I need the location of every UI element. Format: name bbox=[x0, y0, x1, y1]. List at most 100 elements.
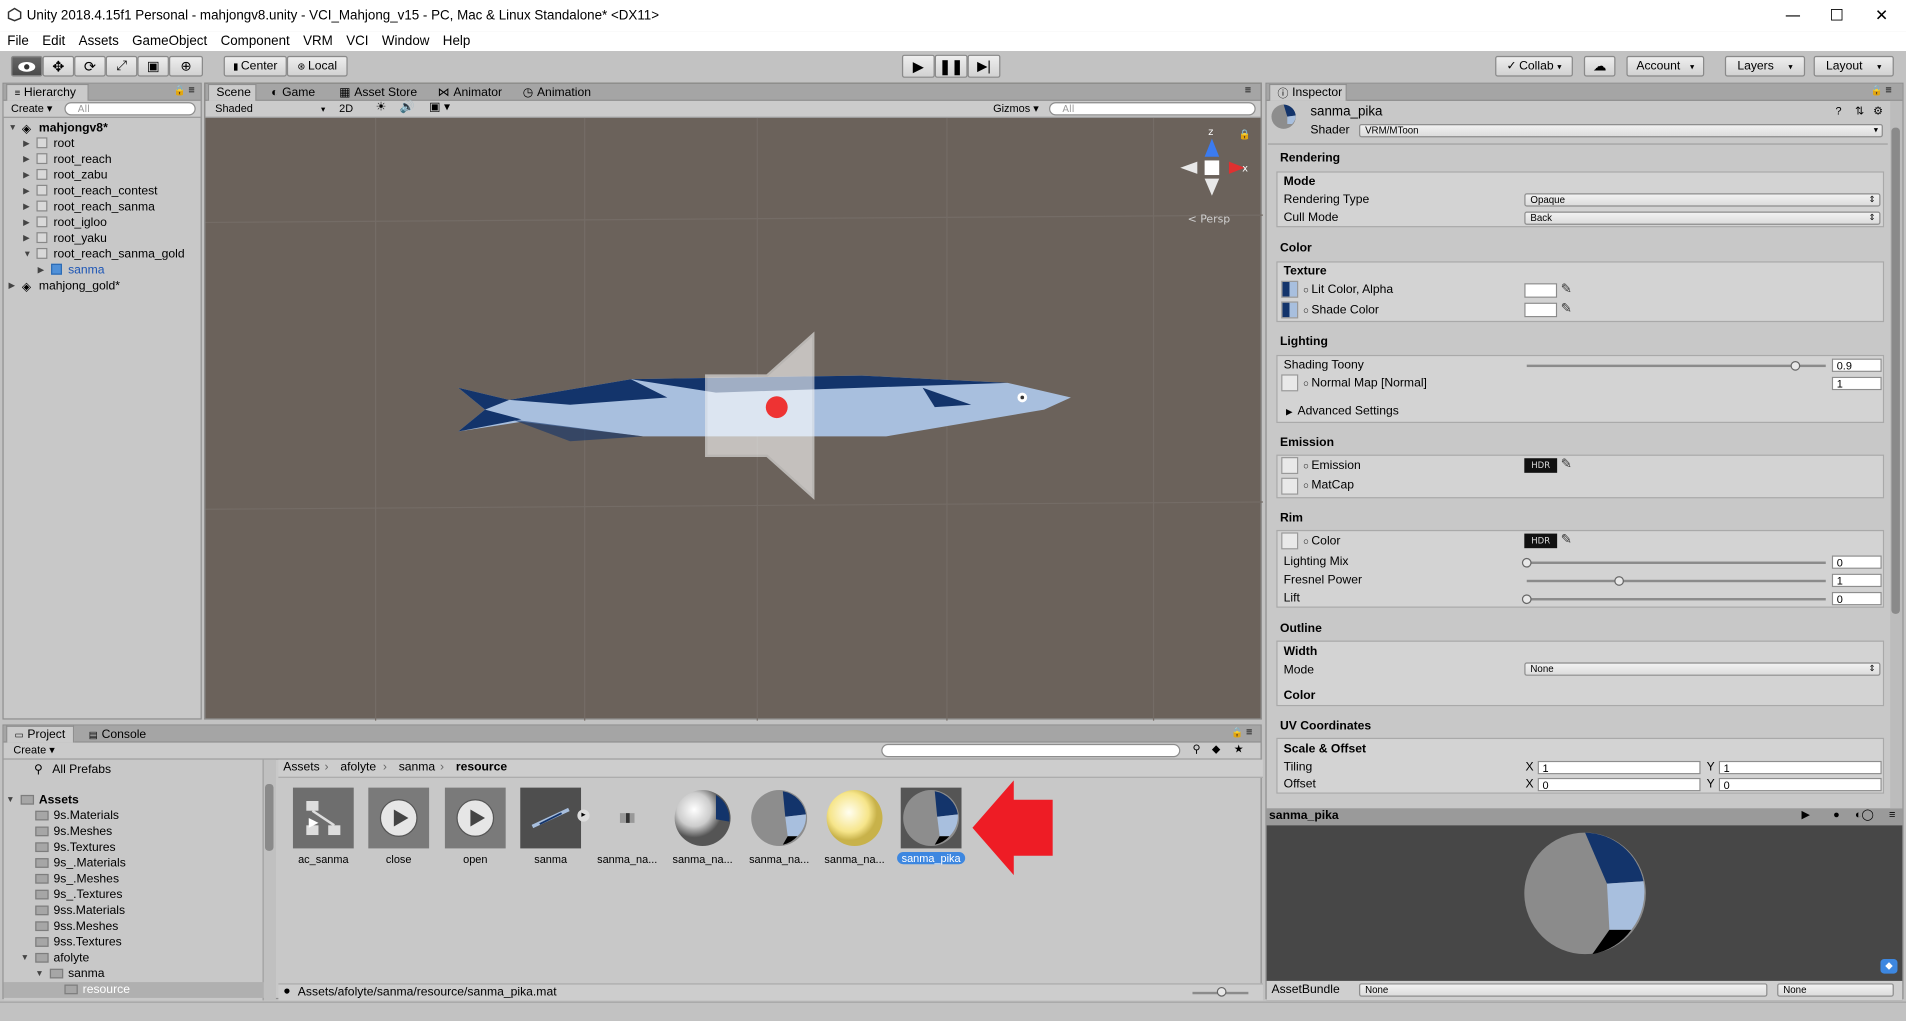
eyedropper-icon[interactable]: ✎ bbox=[1561, 300, 1572, 316]
tab-game[interactable]: ◐ Game bbox=[264, 84, 323, 101]
hierarchy-item[interactable]: ▶ root_igloo bbox=[4, 215, 203, 231]
lit-color-texture-slot[interactable] bbox=[1281, 280, 1299, 298]
step-button[interactable]: ▶| bbox=[967, 54, 1001, 78]
breadcrumb-afolyte[interactable]: afolyte bbox=[340, 761, 376, 774]
asset-close[interactable]: close bbox=[362, 787, 435, 865]
tiling-y-field[interactable]: 1 bbox=[1718, 760, 1882, 775]
transform-tool-button[interactable]: ⊕ bbox=[168, 55, 203, 77]
foldout-arrow-icon[interactable]: ▶ bbox=[23, 168, 30, 184]
panel-menu-icon[interactable]: ≡ bbox=[1885, 84, 1891, 96]
project-create-button[interactable]: Create ▾ bbox=[13, 744, 54, 757]
gear-icon[interactable]: ⚙ bbox=[1873, 105, 1883, 118]
shading-toony-field[interactable]: 0.9 bbox=[1831, 358, 1882, 372]
lock-icon[interactable]: 🔒 bbox=[1231, 727, 1243, 738]
light-gizmo[interactable] bbox=[705, 331, 815, 500]
lit-color-swatch[interactable] bbox=[1524, 283, 1558, 298]
hierarchy-item[interactable]: ▶ root_yaku bbox=[4, 231, 203, 247]
scene-search-input[interactable]: All bbox=[1049, 102, 1256, 116]
hierarchy-item[interactable]: ▶ root bbox=[4, 136, 203, 152]
emission-texture-slot[interactable] bbox=[1281, 457, 1299, 475]
preview-sphere-icon[interactable]: ● bbox=[1833, 808, 1840, 820]
matcap-texture-slot[interactable] bbox=[1281, 477, 1299, 495]
minimize-button[interactable]: — bbox=[1769, 0, 1818, 32]
scale-tool-button[interactable]: ⤢ bbox=[105, 55, 138, 77]
foldout-arrow-icon[interactable]: ▶ bbox=[23, 199, 30, 215]
tab-inspector[interactable]: ⓘ Inspector bbox=[1269, 83, 1347, 101]
account-dropdown[interactable]: Account ▾ bbox=[1626, 55, 1705, 77]
foldout-arrow-icon[interactable]: ▼ bbox=[9, 120, 17, 136]
eyedropper-icon[interactable]: ✎ bbox=[1561, 531, 1572, 547]
play-button[interactable]: ▶ bbox=[901, 54, 935, 78]
folder-tree-item[interactable]: ⚲ All Prefabs bbox=[4, 762, 264, 778]
lift-field[interactable]: 0 bbox=[1831, 591, 1882, 606]
asset-sanma-na-3[interactable]: sanma_na... bbox=[743, 788, 816, 865]
offset-x-field[interactable]: 0 bbox=[1537, 777, 1701, 792]
breadcrumb-assets[interactable]: Assets bbox=[283, 761, 319, 774]
folder-tree-item[interactable]: ▼ sanma bbox=[4, 966, 264, 982]
maximize-button[interactable]: ☐ bbox=[1812, 0, 1861, 32]
assetbundle-name-dropdown[interactable]: None bbox=[1358, 983, 1768, 997]
foldout-arrow-icon[interactable]: ▶ bbox=[23, 231, 30, 247]
tab-animator[interactable]: ⋈ Animator bbox=[430, 84, 509, 101]
move-tool-button[interactable]: ✥ bbox=[42, 55, 75, 77]
asset-sanma-model[interactable]: ▸ sanma bbox=[514, 787, 590, 865]
rotate-tool-button[interactable]: ⟳ bbox=[74, 55, 106, 77]
fresnel-power-slider[interactable] bbox=[1526, 579, 1826, 583]
hierarchy-item[interactable]: ▶ root_reach bbox=[4, 152, 203, 168]
breadcrumb-resource[interactable]: resource bbox=[456, 761, 507, 774]
folder-tree-item[interactable]: ▼ afolyte bbox=[4, 951, 264, 967]
foldout-arrow-icon[interactable]: ▼ bbox=[6, 792, 14, 808]
foldout-arrow-icon[interactable]: ▶ bbox=[23, 136, 30, 152]
hierarchy-item[interactable]: ▶ ◈ mahjong_gold* bbox=[4, 278, 203, 295]
folder-tree-item[interactable]: 9s.Textures bbox=[4, 840, 264, 856]
hierarchy-item[interactable]: ▶ sanma bbox=[4, 263, 203, 279]
hierarchy-item[interactable]: ▶ root_zabu bbox=[4, 168, 203, 184]
foldout-arrow-icon[interactable]: ▶ bbox=[23, 152, 30, 168]
tree-scrollbar-thumb[interactable] bbox=[264, 783, 274, 851]
folder-tree-item[interactable]: ▼ Assets bbox=[4, 792, 264, 808]
asset-open[interactable]: open bbox=[439, 787, 512, 865]
cloud-button[interactable]: ☁ bbox=[1583, 55, 1616, 77]
tiling-x-field[interactable]: 1 bbox=[1537, 760, 1701, 775]
filter-type-icon[interactable]: ⚲ bbox=[1192, 743, 1200, 756]
tab-console[interactable]: ▤ Console bbox=[81, 726, 153, 743]
gizmos-dropdown[interactable]: Gizmos ▾ bbox=[993, 102, 1039, 115]
view-tool-button[interactable] bbox=[10, 55, 43, 77]
pivot-center-button[interactable]: ▮ Center bbox=[223, 55, 287, 77]
foldout-arrow-icon[interactable]: ▼ bbox=[35, 966, 43, 982]
hierarchy-item[interactable]: ▶ root_reach_sanma bbox=[4, 199, 203, 215]
preset-icon[interactable]: ⇅ bbox=[1855, 105, 1864, 118]
audio-icon[interactable]: 🔊 bbox=[400, 101, 415, 114]
panel-menu-icon[interactable]: ≡ bbox=[1245, 84, 1251, 96]
foldout-arrow-icon[interactable]: ▶ bbox=[9, 278, 16, 294]
shading-toony-slider[interactable] bbox=[1526, 364, 1826, 368]
foldout-arrow-icon[interactable]: ▼ bbox=[23, 247, 31, 263]
tab-asset-store[interactable]: ▦ Asset Store bbox=[332, 84, 425, 101]
layout-dropdown[interactable]: Layout ▾ bbox=[1813, 55, 1894, 77]
filter-label-icon[interactable]: ◆ bbox=[1212, 743, 1220, 756]
asset-sanma-na-2[interactable]: sanma_na... bbox=[666, 788, 739, 865]
menu-vrm[interactable]: VRM bbox=[303, 34, 333, 49]
rim-hdr-swatch[interactable]: HDR bbox=[1524, 533, 1558, 549]
gizmo-lock-icon[interactable]: 🔒 bbox=[1239, 128, 1251, 140]
cull-mode-dropdown[interactable]: Back ⇕ bbox=[1524, 211, 1881, 225]
breadcrumb-sanma[interactable]: sanma bbox=[399, 761, 435, 774]
lift-slider[interactable] bbox=[1526, 598, 1826, 601]
lighting-mix-slider-knob[interactable] bbox=[1521, 557, 1532, 568]
preview-menu-icon[interactable]: ≡ bbox=[1889, 808, 1895, 820]
folder-tree-item[interactable]: 9s_.Materials bbox=[4, 856, 264, 872]
close-button[interactable]: ✕ bbox=[1857, 0, 1906, 32]
menu-gameobject[interactable]: GameObject bbox=[132, 34, 207, 49]
material-preview[interactable]: ◆ AssetBundle None None bbox=[1266, 825, 1903, 1001]
folder-tree-item[interactable]: 9ss.Meshes bbox=[4, 919, 264, 935]
tree-scrollbar[interactable] bbox=[263, 759, 276, 1001]
tab-animation[interactable]: ◷ Animation bbox=[515, 84, 598, 101]
rendering-type-dropdown[interactable]: Opaque ⇕ bbox=[1524, 193, 1881, 207]
persp-label[interactable]: < Persp bbox=[1188, 212, 1231, 225]
folder-tree-item[interactable]: 9s.Meshes bbox=[4, 824, 264, 840]
hierarchy-create-button[interactable]: Create ▾ bbox=[11, 102, 52, 115]
menu-window[interactable]: Window bbox=[382, 34, 430, 49]
shade-color-texture-slot[interactable] bbox=[1281, 301, 1299, 319]
expand-arrow-icon[interactable]: ▸ bbox=[577, 809, 590, 822]
folder-tree-item[interactable]: 9s.Materials bbox=[4, 808, 264, 824]
